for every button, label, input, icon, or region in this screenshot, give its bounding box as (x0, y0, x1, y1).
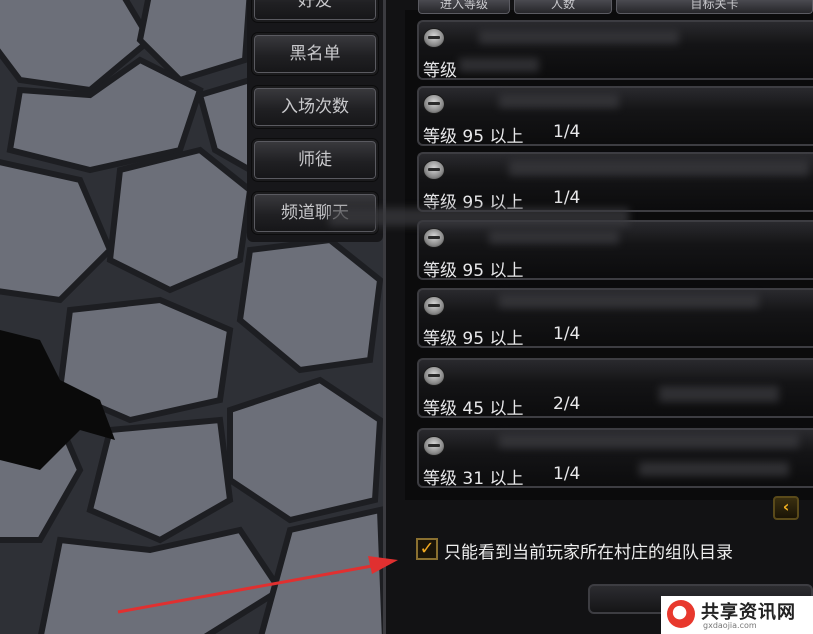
censored-party-name (479, 30, 679, 44)
party-member-count: 1/4 (553, 122, 581, 142)
party-type-icon (423, 366, 445, 386)
party-type-icon (423, 160, 445, 180)
censored-party-name (499, 294, 759, 308)
party-row[interactable]: 等级 95 以上 (329, 208, 813, 281)
party-row[interactable]: 等级 95 以上 1/4 (417, 152, 813, 213)
party-row[interactable]: 等级 (417, 20, 813, 81)
side-menu-item-entry-count[interactable]: 入场次数 (252, 86, 378, 128)
watermark-domain: gxdaojia.com (703, 621, 757, 630)
watermark-logo-icon (667, 600, 695, 628)
party-member-count: 1/4 (553, 324, 581, 344)
party-member-count: 2/4 (553, 394, 581, 414)
censored-party-name (499, 94, 619, 108)
chevron-left-icon: ‹ (782, 497, 790, 516)
censored-text (459, 58, 539, 72)
party-row[interactable]: 等级 45 以上 2/4 (417, 358, 813, 419)
party-type-icon (423, 228, 445, 248)
side-menu-item-friends[interactable]: 好友 (252, 0, 378, 22)
party-member-count: 1/4 (553, 464, 581, 484)
party-level-requirement: 等级 95 以上 (423, 329, 524, 349)
party-level-requirement: 等级 31 以上 (423, 469, 524, 489)
party-level-requirement: 等级 95 以上 (423, 127, 524, 147)
censored-overlay (329, 208, 629, 226)
party-type-icon (423, 94, 445, 114)
party-type-icon (423, 436, 445, 456)
side-menu-item-mentor[interactable]: 师徒 (252, 139, 378, 181)
party-row[interactable]: 等级 95 以上 1/4 (417, 86, 813, 147)
checkmark-icon: ✓ (419, 538, 435, 559)
party-level-requirement: 等级 (423, 61, 457, 81)
censored-target (639, 462, 789, 476)
party-row[interactable]: 等级 31 以上 1/4 (417, 428, 813, 489)
party-type-icon (423, 28, 445, 48)
party-level-requirement: 等级 95 以上 (423, 261, 524, 281)
village-filter-label[interactable]: 只能看到当前玩家所在村庄的组队目录 (444, 538, 733, 563)
party-row[interactable]: 等级 95 以上 1/4 (417, 288, 813, 349)
party-level-requirement: 等级 45 以上 (423, 399, 524, 419)
column-header-target-stage[interactable]: 目标关卡 (616, 0, 813, 14)
censored-party-name (499, 434, 799, 448)
censored-party-name (509, 160, 809, 176)
side-menu-item-blacklist[interactable]: 黑名单 (252, 33, 378, 75)
site-watermark: 共享资讯网 gxdaojia.com (661, 596, 813, 634)
party-member-count: 1/4 (553, 188, 581, 208)
page-prev-button[interactable]: ‹ (773, 496, 799, 520)
column-header-entry-level[interactable]: 进入等级 (418, 0, 510, 14)
censored-party-name (659, 386, 779, 402)
party-type-icon (423, 296, 445, 316)
column-header-members[interactable]: 人数 (514, 0, 612, 14)
village-filter-checkbox[interactable]: ✓ (416, 538, 438, 560)
censored-party-name (489, 230, 619, 244)
village-filter: ✓ 只能看到当前玩家所在村庄的组队目录 (410, 534, 813, 568)
